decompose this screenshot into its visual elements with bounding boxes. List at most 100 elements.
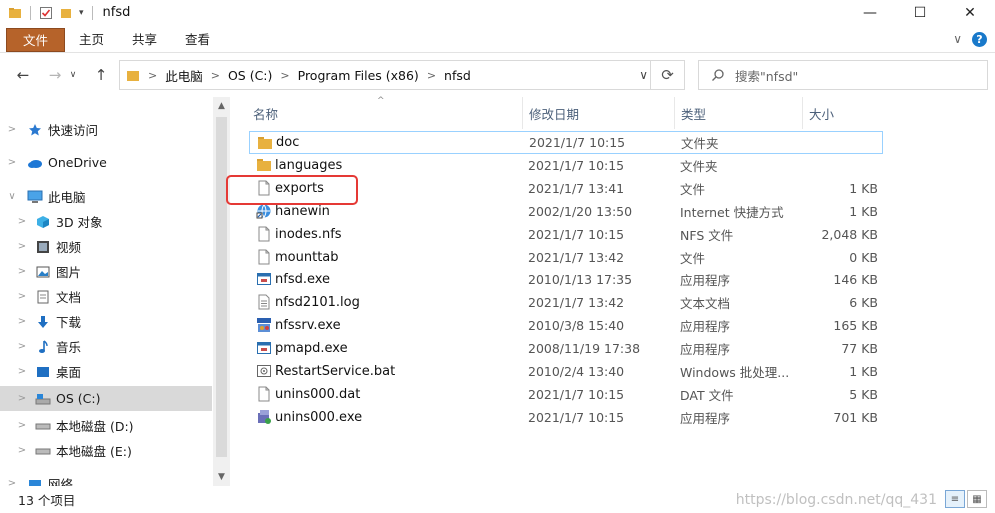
back-button[interactable]: ←	[10, 60, 36, 90]
expand-ribbon-icon[interactable]: ∨	[953, 32, 962, 46]
file-type: 应用程序	[680, 410, 731, 426]
desktop-icon	[34, 364, 52, 380]
file-row[interactable]: nfsd.exe 2010/1/13 17:35 应用程序 146 KB	[249, 268, 883, 291]
new-folder-icon[interactable]	[59, 6, 73, 20]
app-icon	[256, 340, 272, 356]
chevron-right-icon[interactable]: >	[211, 69, 220, 82]
chevron-right-icon[interactable]: >	[280, 69, 289, 82]
nav-item-desktop[interactable]: > 桌面	[0, 359, 212, 384]
quick-access-toolbar: ▾	[0, 0, 95, 25]
nav-item-pictures[interactable]: > 图片	[0, 259, 212, 284]
nav-item-this-pc[interactable]: ∨ 此电脑	[0, 184, 212, 209]
recent-locations-icon[interactable]: ∨	[66, 60, 80, 90]
large-icons-view-icon[interactable]: ▦	[967, 490, 987, 508]
file-row[interactable]: pmapd.exe 2008/11/19 17:38 应用程序 77 KB	[249, 337, 883, 360]
expand-chevron-icon[interactable]: >	[14, 393, 30, 404]
expand-chevron-icon[interactable]: >	[14, 445, 30, 456]
file-row[interactable]: unins000.dat 2021/1/7 10:15 DAT 文件 5 KB	[249, 383, 883, 406]
window-controls: — ☐ ✕	[845, 0, 995, 25]
nav-item-label: 音乐	[56, 340, 82, 355]
file-row[interactable]: doc 2021/1/7 10:15 文件夹	[249, 131, 883, 154]
tab-home[interactable]: 主页	[65, 25, 118, 53]
tab-view[interactable]: 查看	[171, 25, 224, 53]
divider	[30, 5, 31, 20]
address-dropdown-icon[interactable]: ∨	[639, 61, 648, 89]
view-buttons: ≡ ▦	[945, 490, 987, 508]
details-view-icon[interactable]: ≡	[945, 490, 965, 508]
expand-chevron-icon[interactable]: >	[14, 291, 30, 302]
nav-item-onedrive[interactable]: > OneDrive	[0, 150, 212, 175]
nav-item-network[interactable]: > 网络	[0, 471, 212, 486]
nav-item-label: OneDrive	[48, 155, 107, 170]
file-name: pmapd.exe	[275, 341, 348, 357]
internet-shortcut-icon	[256, 203, 272, 219]
column-header: ^ 名称 修改日期 类型 大小	[231, 96, 884, 129]
collapse-chevron-icon[interactable]: ∨	[4, 191, 20, 202]
nav-item-videos[interactable]: > 视频	[0, 234, 212, 259]
expand-chevron-icon[interactable]: >	[14, 266, 30, 277]
up-button[interactable]: ↑	[88, 60, 114, 90]
file-row[interactable]: inodes.nfs 2021/1/7 10:15 NFS 文件 2,048 KB	[249, 223, 883, 246]
qat-dropdown-icon[interactable]: ▾	[79, 8, 84, 18]
close-button[interactable]: ✕	[945, 0, 995, 25]
column-name[interactable]: 名称	[247, 97, 523, 129]
column-size[interactable]: 大小	[803, 97, 883, 129]
column-type[interactable]: 类型	[675, 97, 803, 129]
nav-item-os-c[interactable]: > OS (C:)	[0, 386, 212, 411]
scrollbar-thumb[interactable]	[216, 117, 227, 457]
expand-chevron-icon[interactable]: >	[14, 366, 30, 377]
file-type: 文件	[680, 250, 706, 266]
file-size: 165 KB	[833, 318, 878, 334]
ribbon-tabs: 文件 主页 共享 查看 ∨ ?	[0, 25, 995, 53]
expand-chevron-icon[interactable]: >	[14, 216, 30, 227]
expand-chevron-icon[interactable]: >	[4, 478, 20, 486]
highlight-annotation-box	[226, 175, 358, 205]
expand-chevron-icon[interactable]: >	[14, 241, 30, 252]
forward-button[interactable]: →	[42, 60, 68, 90]
scroll-up-icon[interactable]: ▲	[213, 97, 230, 115]
file-row[interactable]: nfsd2101.log 2021/1/7 13:42 文本文档 6 KB	[249, 291, 883, 314]
maximize-button[interactable]: ☐	[895, 0, 945, 25]
expand-chevron-icon[interactable]: >	[14, 341, 30, 352]
column-date-modified[interactable]: 修改日期	[523, 97, 675, 129]
scroll-down-icon[interactable]: ▼	[213, 468, 230, 486]
tab-file[interactable]: 文件	[6, 27, 66, 52]
expand-chevron-icon[interactable]: >	[4, 157, 20, 168]
nav-item-documents[interactable]: > 文档	[0, 284, 212, 309]
nav-item-label: 此电脑	[48, 190, 86, 205]
nav-item-3d-objects[interactable]: > 3D 对象	[0, 209, 212, 234]
chevron-right-icon[interactable]: >	[427, 69, 436, 82]
file-row[interactable]: RestartService.bat 2010/2/4 13:40 Windows …	[249, 360, 883, 383]
nav-item-quick-access[interactable]: > 快速访问	[0, 117, 212, 142]
nav-item-label: 本地磁盘 (D:)	[56, 419, 134, 434]
minimize-button[interactable]: —	[845, 0, 895, 25]
expand-chevron-icon[interactable]: >	[4, 124, 20, 135]
expand-chevron-icon[interactable]: >	[14, 316, 30, 327]
properties-checkbox-icon[interactable]	[39, 6, 53, 20]
nav-item-drive-d[interactable]: > 本地磁盘 (D:)	[0, 413, 212, 438]
address-bar[interactable]: > 此电脑 > OS (C:) > Program Files (x86) > …	[119, 60, 685, 90]
breadcrumb-program-files[interactable]: Program Files (x86)	[298, 68, 419, 83]
file-type: 应用程序	[680, 273, 731, 289]
status-bar: 13 个项目 https://blog.csdn.net/qq_431 ≡ ▦	[0, 486, 995, 513]
refresh-icon[interactable]: ⟳	[650, 61, 684, 89]
file-row[interactable]: nfssrv.exe 2010/3/8 15:40 应用程序 165 KB	[249, 314, 883, 337]
ribbon-right: ∨ ?	[953, 25, 987, 53]
nav-item-downloads[interactable]: > 下载	[0, 309, 212, 334]
file-row[interactable]: unins000.exe 2021/1/7 10:15 应用程序 701 KB	[249, 406, 883, 429]
breadcrumb-nfsd[interactable]: nfsd	[444, 68, 471, 83]
file-name: nfssrv.exe	[275, 318, 341, 334]
nav-item-music[interactable]: > 音乐	[0, 334, 212, 359]
breadcrumb-this-pc[interactable]: 此电脑	[165, 66, 203, 85]
file-row[interactable]: mounttab 2021/1/7 13:42 文件 0 KB	[249, 246, 883, 269]
file-name: doc	[276, 135, 300, 150]
file-row[interactable]: languages 2021/1/7 10:15 文件夹	[249, 154, 883, 177]
nav-item-drive-e[interactable]: > 本地磁盘 (E:)	[0, 438, 212, 463]
help-icon[interactable]: ?	[972, 31, 987, 47]
tab-share[interactable]: 共享	[118, 25, 171, 53]
nav-scrollbar[interactable]: ▲ ▼	[213, 97, 230, 486]
file-size: 701 KB	[833, 409, 878, 425]
search-input[interactable]: 搜索"nfsd"	[698, 60, 988, 90]
breadcrumb-os-c[interactable]: OS (C:)	[228, 68, 272, 83]
expand-chevron-icon[interactable]: >	[14, 420, 30, 431]
